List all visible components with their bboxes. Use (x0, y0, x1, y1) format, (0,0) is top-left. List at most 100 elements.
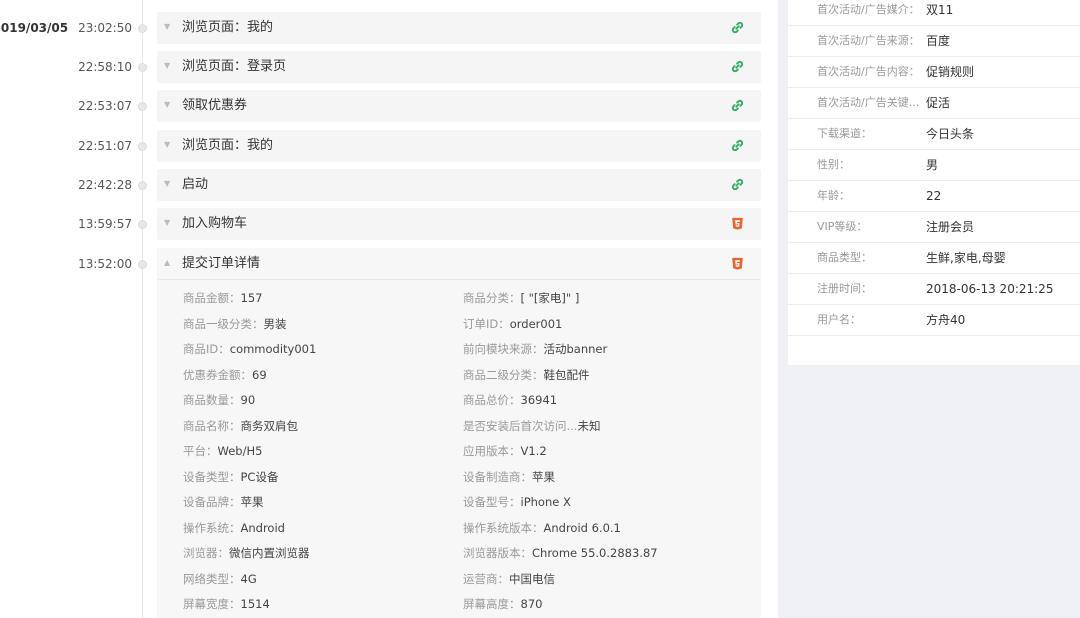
detail-field: 优惠券金额：69 (183, 368, 267, 382)
profile-label: 用户名： (817, 313, 861, 326)
detail-field: 设备型号：iPhone X (463, 495, 571, 509)
profile-row: 注册时间： 2018-06-13 20:21:25 (788, 274, 1080, 305)
detail-key: 商品二级分类： (463, 367, 544, 382)
event-card[interactable]: ▼ 浏览页面：我的 (157, 130, 761, 162)
timeline-dot (138, 102, 147, 111)
detail-field: 屏幕宽度：1514 (183, 597, 270, 611)
expand-icon[interactable]: ▼ (164, 140, 170, 149)
detail-key: 操作系统： (183, 520, 241, 535)
timeline-axis (142, 0, 143, 618)
profile-value: 百度 (926, 34, 951, 48)
detail-key: 屏幕宽度： (183, 597, 241, 611)
detail-value: commodity001 (229, 342, 317, 356)
profile-label: 注册时间： (817, 282, 872, 295)
detail-value: Android 6.0.1 (543, 520, 621, 535)
timeline-dot (138, 181, 147, 190)
timeline-dot (138, 220, 147, 229)
detail-field: 运营商：中国电信 (463, 572, 555, 586)
detail-key: 商品一级分类： (183, 316, 264, 331)
event-title: 加入购物车 (182, 216, 248, 231)
event-time-text: 22:51:07 (78, 139, 132, 153)
detail-field: 商品ID：commodity001 (183, 342, 316, 356)
event-card-header[interactable]: ▲ 提交订单详情 (157, 248, 761, 280)
detail-field: 商品数量：90 (183, 393, 255, 407)
detail-value: 未知 (577, 418, 601, 433)
detail-value: Web/H5 (217, 444, 263, 458)
event-time-text: 23:02:50 (78, 21, 132, 35)
link-icon (731, 99, 744, 112)
detail-value: 商务双肩包 (240, 418, 299, 433)
expand-icon[interactable]: ▼ (164, 179, 170, 188)
profile-label: 首次活动/广告关键... (817, 96, 920, 109)
detail-field: 网络类型：4G (183, 572, 257, 586)
event-time: 2019/03/05 23:02:50 (0, 21, 132, 35)
collapse-icon[interactable]: ▲ (164, 258, 170, 267)
profile-value: 今日头条 (926, 127, 975, 141)
detail-field: 操作系统：Android (183, 521, 285, 535)
profile-label: 首次活动/广告内容： (817, 65, 920, 78)
detail-field: 设备类型：PC设备 (183, 470, 278, 484)
profile-row: 年龄： 22 (788, 181, 1080, 212)
event-time: 22:42:28 (78, 178, 132, 192)
detail-field: 应用版本：V1.2 (463, 444, 547, 458)
expand-icon[interactable]: ▼ (164, 100, 170, 109)
profile-row: 用户名： 方舟40 (788, 305, 1080, 336)
profile-row: 商品类型： 生鲜,家电,母婴 (788, 243, 1080, 274)
event-time: 22:58:10 (78, 60, 132, 74)
detail-field: 商品二级分类：鞋包配件 (463, 368, 590, 382)
event-time-text: 13:59:57 (78, 217, 132, 231)
event-date: 2019/03/05 (0, 21, 69, 35)
detail-key: 前向模块来源： (463, 342, 544, 356)
event-time: 13:59:57 (78, 217, 132, 231)
detail-key: 运营商： (463, 571, 509, 586)
detail-field: 订单ID：order001 (463, 317, 562, 331)
detail-value: 苹果 (240, 495, 264, 509)
detail-key: 浏览器版本： (463, 546, 532, 560)
profile-label: 性别： (817, 158, 850, 171)
event-time-text: 13:52:00 (78, 257, 132, 271)
profile-row: 首次活动/广告来源： 百度 (788, 26, 1080, 57)
event-card[interactable]: ▼ 浏览页面：我的 (157, 12, 761, 44)
detail-value: V1.2 (520, 444, 547, 458)
detail-key: 设备品牌： (183, 495, 241, 509)
event-card[interactable]: ▼ 浏览页面：登录页 (157, 51, 761, 83)
detail-value: 36941 (520, 393, 558, 407)
detail-value: 4G (240, 571, 257, 586)
detail-value: Android (240, 520, 285, 535)
detail-value: PC设备 (240, 469, 279, 484)
detail-value: 男装 (263, 316, 287, 331)
expand-icon[interactable]: ▼ (164, 218, 170, 227)
user-profile-panel: 首次活动/广告媒介： 双11 首次活动/广告来源： 百度 首次活动/广告内容： 促销规则首… (788, 0, 1080, 365)
profile-row: 下载渠道： 今日头条 (788, 119, 1080, 150)
detail-field: 浏览器：微信内置浏览器 (183, 546, 310, 560)
detail-key: 是否安装后首次访问... (463, 418, 578, 433)
event-card[interactable]: ▼ 启动 (157, 169, 761, 201)
expand-icon[interactable]: ▼ (164, 61, 170, 70)
event-time: 22:51:07 (78, 139, 132, 153)
profile-label: 首次活动/广告来源： (817, 34, 920, 47)
detail-key: 商品总价： (463, 393, 521, 407)
detail-field: 商品分类：[ "[家电]" ] (463, 291, 579, 305)
timeline-dot (138, 260, 147, 269)
detail-field: 平台：Web/H5 (183, 444, 262, 458)
detail-value: 90 (240, 393, 256, 407)
profile-label: VIP等级： (817, 220, 868, 233)
profile-value: 注册会员 (926, 220, 975, 234)
detail-field: 浏览器版本：Chrome 55.0.2883.87 (463, 546, 658, 560)
profile-value: 22 (926, 189, 942, 203)
event-card[interactable]: ▼ 加入购物车 (157, 208, 761, 240)
event-time: 22:53:07 (78, 99, 132, 113)
detail-key: 商品金额： (183, 291, 241, 305)
detail-key: 操作系统版本： (463, 520, 544, 535)
timeline-dot (138, 142, 147, 151)
event-card[interactable]: ▼ 领取优惠券 (157, 90, 761, 122)
detail-value: 69 (252, 367, 267, 382)
detail-value: 微信内置浏览器 (229, 546, 310, 560)
profile-value: 方舟40 (926, 313, 966, 327)
detail-key: 订单ID： (463, 316, 510, 331)
link-icon (731, 21, 744, 34)
expand-icon[interactable]: ▼ (164, 22, 170, 31)
profile-row: 性别： 男 (788, 150, 1080, 181)
profile-label: 年龄： (817, 189, 850, 202)
event-time: 13:52:00 (78, 257, 132, 271)
